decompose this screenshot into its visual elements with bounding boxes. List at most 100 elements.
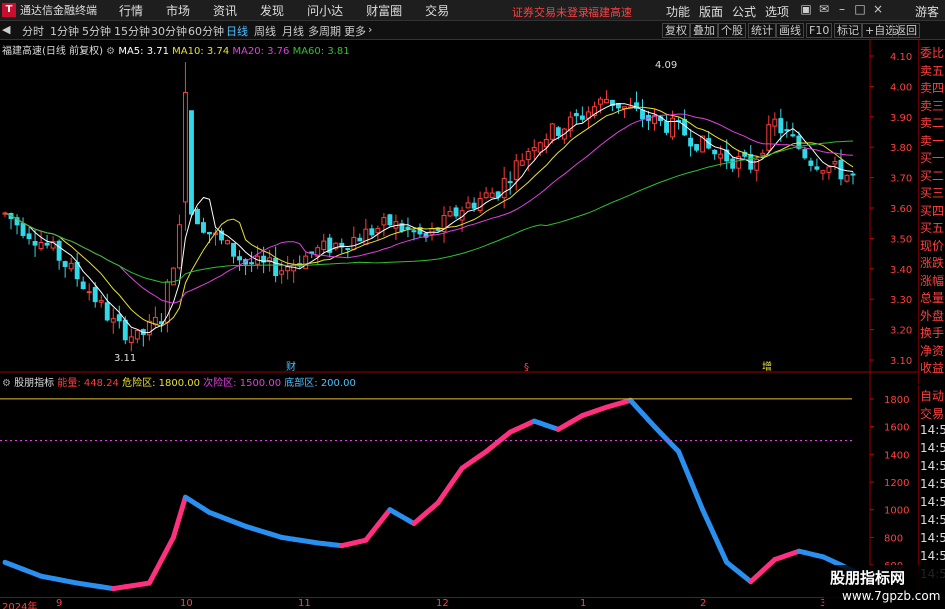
candle-body: [225, 240, 230, 245]
mark-button[interactable]: 标记: [834, 23, 862, 38]
candle-body: [321, 240, 327, 250]
price-tick-label: 3.10: [890, 356, 912, 367]
candle-body: [32, 241, 38, 246]
period-multi[interactable]: 多周期: [308, 23, 341, 39]
quote-field-label: 买三: [920, 186, 945, 200]
minimize-icon[interactable]: –: [833, 2, 851, 16]
watermark-title: 股朋指标网: [830, 569, 906, 587]
period-weekly[interactable]: 周线: [254, 23, 276, 39]
indicator-series: [2, 397, 856, 592]
indicator-gear-icon[interactable]: ⚙: [2, 378, 11, 389]
candle-body: [62, 261, 68, 267]
candle-body: [597, 98, 603, 105]
menu-options[interactable]: 选项: [765, 3, 789, 20]
right-menu: 功能 版面 公式 选项: [666, 3, 798, 20]
stats-button[interactable]: 统计: [748, 23, 776, 38]
period-15min[interactable]: 15分钟: [114, 23, 150, 39]
candle-body: [712, 149, 718, 155]
stock-button[interactable]: 个股: [718, 23, 746, 38]
chart-area[interactable]: 4.10 4.00 3.90 3.80 3.70 3.60 3.50 3.40 3.30 3.20…: [0, 40, 918, 597]
candle-body: [188, 110, 194, 215]
candle-body: [44, 242, 50, 246]
menu-quotes[interactable]: 行情: [119, 2, 143, 19]
settings-gear-icon[interactable]: ⚙: [106, 46, 115, 57]
menu-wealth[interactable]: 财富圈: [366, 2, 402, 19]
candle-body: [405, 226, 411, 230]
increase-marker[interactable]: 增: [762, 360, 772, 373]
candle-body: [573, 113, 579, 117]
menu-discover[interactable]: 发现: [260, 2, 284, 19]
section-marker[interactable]: §: [524, 362, 529, 373]
price-tick-label: 3.90: [890, 113, 912, 124]
more-arrow-icon[interactable]: ›: [368, 23, 372, 36]
quote-field-label: 涨跌: [920, 256, 945, 270]
candle-body: [231, 242, 236, 257]
message-icon[interactable]: ✉: [815, 2, 833, 16]
indicator-segment: [176, 494, 188, 520]
trade-time: 14:56: [920, 459, 945, 473]
maximize-icon[interactable]: □: [851, 2, 869, 16]
ma10-line: [4, 106, 854, 327]
candle-body: [682, 119, 688, 136]
draw-button[interactable]: 画线: [776, 23, 804, 38]
trade-time: 14:56: [920, 423, 945, 437]
period-1min[interactable]: 1分钟: [50, 23, 79, 39]
candle-body: [92, 287, 98, 303]
menu-function[interactable]: 功能: [666, 3, 690, 20]
indicator-name: 股朋指标: [14, 378, 55, 389]
candle-body: [429, 228, 435, 235]
back-arrow-icon[interactable]: ◀: [2, 23, 10, 36]
candle-body: [68, 262, 74, 270]
quote-field-label: 卖四: [920, 81, 945, 95]
overlay-button[interactable]: 叠加: [690, 23, 718, 38]
menu-layout[interactable]: 版面: [699, 3, 723, 20]
f10-button[interactable]: F10: [806, 23, 833, 38]
finance-marker[interactable]: 财: [286, 360, 296, 373]
menu-trade[interactable]: 交易: [425, 2, 449, 19]
skin-icon[interactable]: ▣: [797, 2, 815, 16]
period-5min[interactable]: 5分钟: [82, 23, 111, 39]
ma5-line: [4, 103, 854, 334]
candle-body: [802, 149, 808, 159]
date-tick-label: 2024年: [2, 602, 38, 609]
date-axis: 2024年9101112123: [0, 597, 945, 609]
candle-body: [375, 227, 381, 234]
indicator-axis: 18001600140012001000800600: [0, 395, 909, 572]
period-30min[interactable]: 30分钟: [151, 23, 187, 39]
candle-body: [357, 237, 363, 242]
period-60min[interactable]: 60分钟: [188, 23, 224, 39]
candle-body: [784, 129, 790, 132]
candle-body: [170, 267, 176, 286]
trade-login-status[interactable]: 证券交易未登录: [512, 4, 589, 20]
candle-body: [513, 160, 519, 180]
period-monthly[interactable]: 月线: [282, 23, 304, 39]
menu-ask[interactable]: 问小达: [307, 2, 343, 19]
candle-body: [303, 255, 309, 270]
main-menu: 行情 市场 资讯 发现 问小达 财富圈 交易: [119, 2, 472, 19]
period-more[interactable]: 更多: [344, 23, 366, 39]
candlestick-series: [2, 62, 856, 352]
menu-news[interactable]: 资讯: [213, 2, 237, 19]
candle-body: [543, 138, 549, 148]
candle-body: [369, 228, 375, 236]
candle-body: [766, 124, 772, 151]
period-tick[interactable]: 分时: [22, 23, 44, 39]
return-button[interactable]: 返回: [892, 23, 920, 38]
close-icon[interactable]: ×: [869, 2, 887, 16]
price-tick-label: 3.40: [890, 265, 912, 276]
auto-trade-label: 交易: [920, 407, 945, 421]
adjust-button[interactable]: 复权: [662, 23, 690, 38]
trade-time: 14:56: [920, 441, 945, 455]
candle-body: [778, 118, 784, 134]
candle-body: [549, 123, 555, 140]
candle-body: [207, 231, 212, 235]
period-daily[interactable]: 日线: [226, 23, 248, 39]
menu-market[interactable]: 市场: [166, 2, 190, 19]
price-tick-label: 3.20: [890, 326, 912, 337]
candle-body: [477, 197, 483, 212]
menu-formula[interactable]: 公式: [732, 3, 756, 20]
candle-body: [772, 118, 778, 127]
guest-user[interactable]: 游客: [915, 3, 939, 20]
ma60-label: MA60: 3.81: [292, 46, 350, 57]
candle-body: [104, 302, 110, 321]
